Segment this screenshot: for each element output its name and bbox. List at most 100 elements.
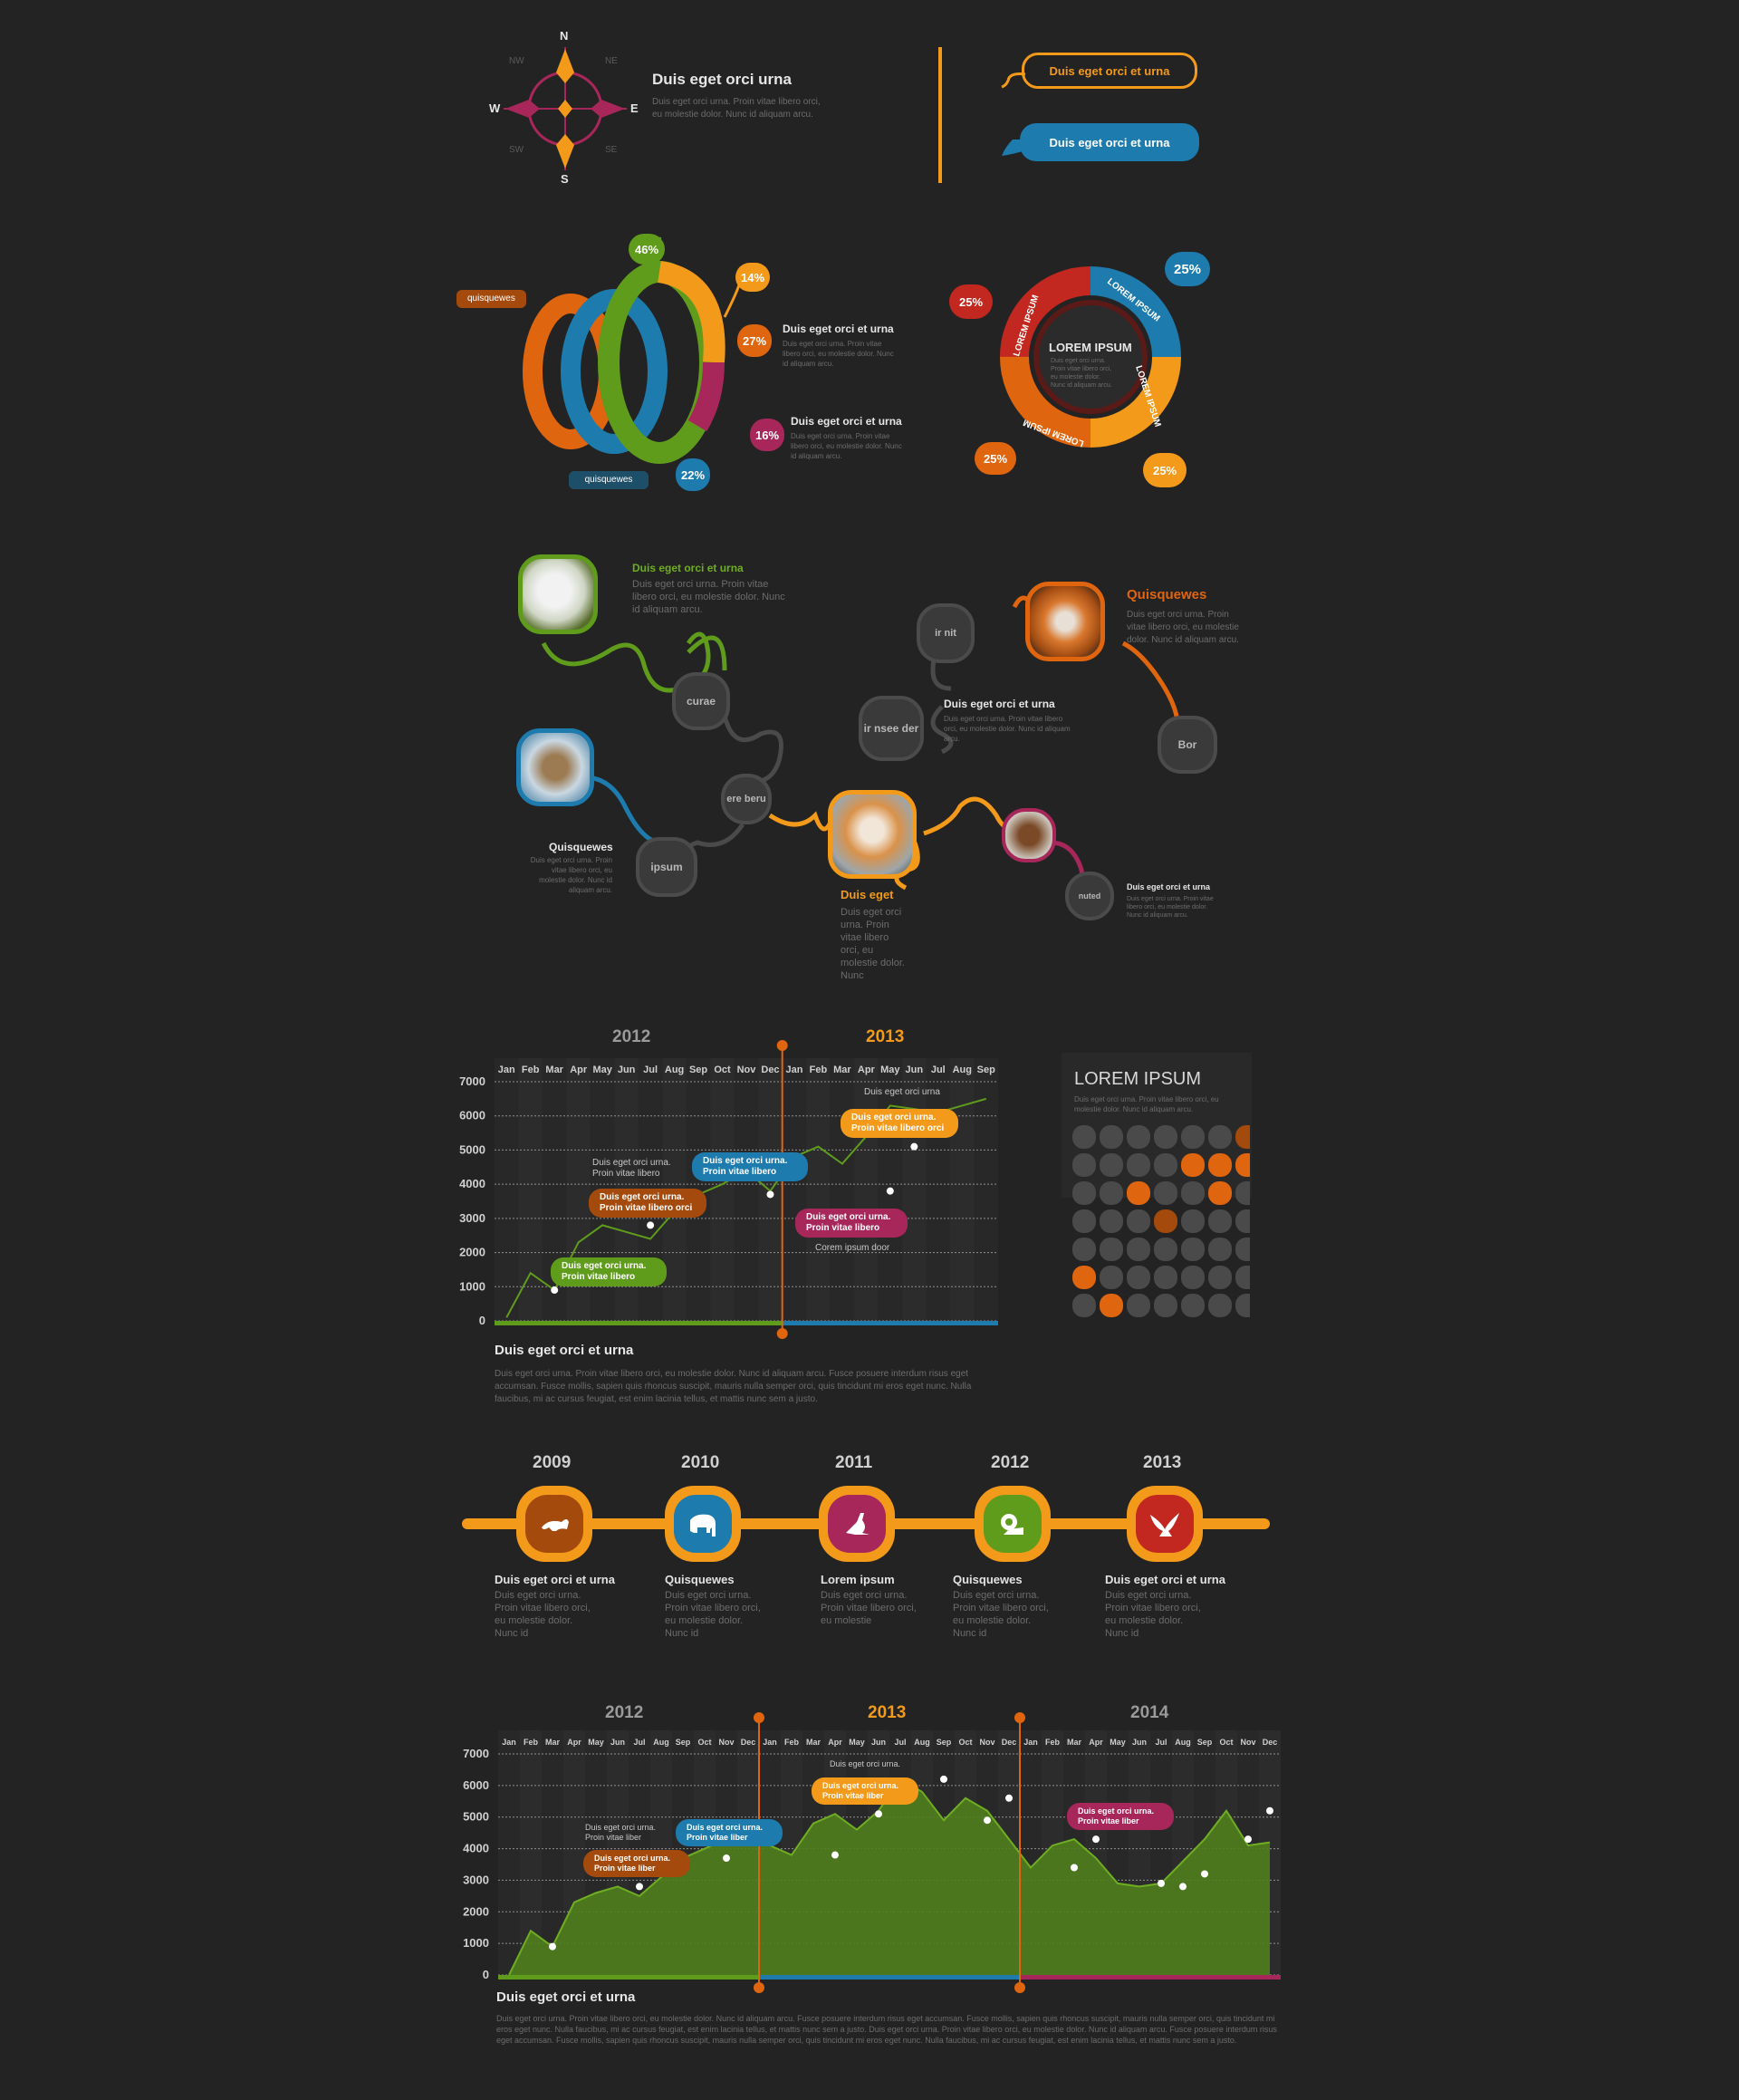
x-tick-label: Sep <box>937 1738 952 1747</box>
x-tick-label: Aug <box>1175 1738 1191 1747</box>
y-tick-label: 3000 <box>463 1873 489 1886</box>
node-bor: Bor <box>1158 716 1217 774</box>
dot-cell <box>1208 1266 1232 1289</box>
month-column <box>806 1058 831 1321</box>
x-tick-label: Jan <box>502 1738 516 1747</box>
ring-pct-blue: 22% <box>676 458 710 491</box>
year-bar <box>498 1975 759 1980</box>
dot-cell <box>1072 1238 1096 1261</box>
node-ere-beru: ere beru <box>721 774 772 824</box>
dot-cell <box>1127 1153 1150 1177</box>
month-column <box>902 1058 927 1321</box>
y-tick-label: 2000 <box>463 1904 489 1918</box>
x-tick-label: Jun <box>618 1064 636 1075</box>
month-column <box>830 1058 855 1321</box>
x-tick-label: Sep <box>689 1064 707 1075</box>
node-ir-nsee-der: ir nsee der <box>859 696 924 761</box>
data-point <box>984 1816 991 1825</box>
x-tick-label: Jan <box>763 1738 777 1747</box>
x-tick-label: Feb <box>522 1064 540 1075</box>
dot-cell <box>1235 1238 1250 1261</box>
callout-filled: Duis eget orci et urna <box>1020 123 1199 161</box>
hamster-photo <box>1002 808 1056 862</box>
x-tick-label: Jun <box>906 1064 924 1075</box>
data-point <box>1201 1870 1208 1878</box>
dot-cell <box>1208 1181 1232 1205</box>
timeline-title: Quisquewes <box>953 1573 1023 1586</box>
dot-cell <box>1127 1238 1150 1261</box>
cycle-pct-orange: 25% <box>1143 453 1187 487</box>
ring-item2-title: Duis eget orci et urna <box>791 415 902 428</box>
month-column <box>734 1058 759 1321</box>
x-tick-label: Mar <box>806 1738 821 1747</box>
x-tick-label: Aug <box>953 1064 972 1075</box>
y-tick-label: 6000 <box>459 1109 485 1122</box>
eagle-icon <box>1136 1495 1194 1553</box>
x-tick-label: Mar <box>545 1738 561 1747</box>
x-tick-label: Oct <box>1219 1738 1233 1747</box>
timeline-year: 2013 <box>1143 1453 1182 1472</box>
y-tick-label: 5000 <box>459 1142 485 1156</box>
dot-cell <box>1072 1209 1096 1233</box>
timeline-title: Quisquewes <box>665 1573 735 1586</box>
x-tick-label: Mar <box>833 1064 851 1075</box>
timeline-badge <box>975 1486 1051 1562</box>
fox-photo <box>1025 582 1105 661</box>
dot-cell <box>1154 1238 1177 1261</box>
dot-cell <box>1072 1125 1096 1149</box>
fox-title: Quisquewes <box>1127 587 1207 602</box>
elephant-icon <box>674 1495 732 1553</box>
compass-nw: NW <box>509 56 524 66</box>
dot-cell <box>1235 1209 1250 1233</box>
dot-cell <box>1100 1209 1123 1233</box>
chart1-tag-gray: Duis eget orci urna. Proin vitae libero <box>592 1158 671 1179</box>
x-tick-label: Nov <box>1240 1738 1255 1747</box>
data-point <box>723 1854 730 1863</box>
x-tick-label: Jul <box>633 1738 645 1747</box>
fox-text: Duis eget orci urna. Proin vitae libero … <box>1127 610 1239 645</box>
dot-cell <box>1072 1181 1096 1205</box>
month-column <box>498 1730 520 1975</box>
dot-cell <box>1154 1294 1177 1317</box>
timeline-title: Duis eget orci et urna <box>495 1573 615 1586</box>
compass-ne: NE <box>605 56 618 66</box>
dot-cell <box>1181 1238 1205 1261</box>
x-tick-label: Jun <box>871 1738 886 1747</box>
x-tick-label: Feb <box>1045 1738 1061 1747</box>
year-divider-dot <box>776 1040 788 1051</box>
y-tick-label: 6000 <box>463 1778 489 1792</box>
callout-filled-tail <box>1002 140 1025 156</box>
ring-label-top: quisquewes <box>456 290 526 308</box>
ring-item2-text: Duis eget orci urna. Proin vitae libero … <box>791 432 902 460</box>
data-point <box>1071 1864 1078 1872</box>
data-point <box>940 1775 947 1783</box>
squirrel-photo <box>516 728 594 806</box>
dot-cell <box>1100 1153 1123 1177</box>
dot-cell <box>1235 1294 1250 1317</box>
ring-pct-magenta: 16% <box>750 419 784 451</box>
rabbit-text: Duis eget orci urna. Proin vitae libero … <box>632 579 785 615</box>
chart2-caption-text: Duis eget orci urna. Proin vitae libero … <box>496 2014 1277 2045</box>
x-tick-label: Apr <box>1089 1738 1103 1747</box>
timeline-year: 2009 <box>533 1453 572 1472</box>
dot-cell <box>1154 1181 1177 1205</box>
x-tick-label: Dec <box>761 1064 779 1075</box>
dot-cell <box>1181 1153 1205 1177</box>
month-column <box>495 1058 519 1321</box>
timeline-caption: Quisquewes Duis eget orci urna. Proin vit… <box>953 1573 1089 1640</box>
x-tick-label: Dec <box>1263 1738 1278 1747</box>
cycle-center-text: Duis eget orci urna. Proin vitae libero … <box>1051 358 1112 389</box>
chart1-svg: Jan Feb Mar Apr May Jun Jul Aug Sep Oct Nov Dec Jan F… <box>459 1040 998 1339</box>
y-tick-label: 0 <box>479 1314 485 1327</box>
dog-title: Duis eget <box>841 888 894 901</box>
middle-text: Duis eget orci urna. Proin vitae libero … <box>944 715 1071 743</box>
data-point <box>647 1221 655 1229</box>
dot-grid <box>1072 1125 1250 1317</box>
y-tick-label: 4000 <box>459 1177 485 1190</box>
dot-cell <box>1072 1153 1096 1177</box>
rabbit-title: Duis eget orci et urna <box>632 562 744 574</box>
x-tick-label: Aug <box>653 1738 669 1747</box>
month-column <box>950 1058 975 1321</box>
dot-cell <box>1072 1266 1096 1289</box>
chart2-tag-brown: Duis eget orci urna. Proin vitae liber <box>583 1850 690 1877</box>
